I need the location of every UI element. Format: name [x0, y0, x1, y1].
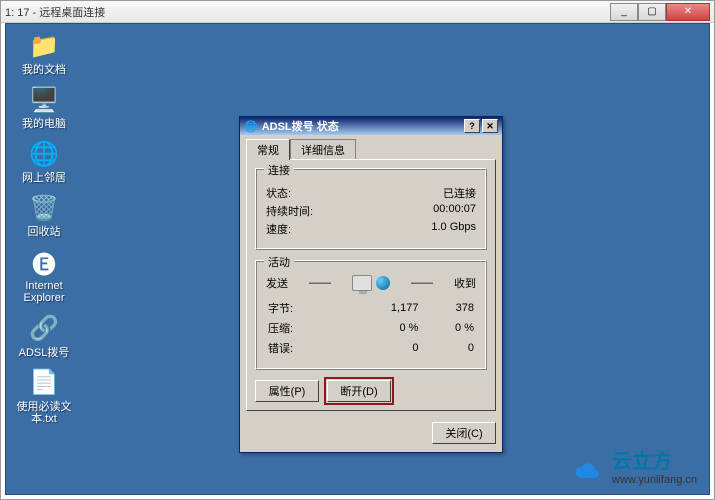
- errors-label: 错误:: [268, 339, 339, 357]
- received-label: 收到: [454, 275, 476, 291]
- icon-label: Internet Explorer: [12, 280, 76, 304]
- desktop-icon-internet-explorer[interactable]: 🅔 Internet Explorer: [12, 246, 76, 304]
- dialog-titlebar[interactable]: 🌐 ADSL拨号 状态 ? ✕: [240, 117, 502, 135]
- network-small-icon: 🌐: [244, 120, 258, 133]
- errors-row: 错误: 0 0: [268, 339, 474, 357]
- bytes-sent: 1,177: [341, 299, 419, 317]
- cloud-logo-icon: [570, 452, 606, 480]
- icon-label: 我的文档: [22, 64, 66, 76]
- recycle-icon: 🗑️: [28, 192, 60, 224]
- watermark-brand: 云立方: [612, 451, 672, 473]
- globe-icon: [376, 276, 390, 290]
- compression-recv: 0 %: [420, 319, 474, 337]
- desktop-icon-my-documents[interactable]: 📁 我的文档: [12, 30, 76, 76]
- activity-header: 发送 —— —— 收到: [266, 275, 476, 291]
- computer-icon: 🖥️: [28, 84, 60, 116]
- dialog-close-button[interactable]: ✕: [482, 119, 498, 133]
- bytes-row: 字节: 1,177 378: [268, 299, 474, 317]
- minimize-button[interactable]: _: [610, 3, 638, 21]
- desktop-icon-my-computer[interactable]: 🖥️ 我的电脑: [12, 84, 76, 130]
- speed-row: 速度: 1.0 Gbps: [266, 221, 476, 237]
- dialog-tabs: 常规 详细信息: [240, 135, 502, 160]
- properties-button[interactable]: 属性(P): [255, 380, 319, 402]
- close-dialog-button[interactable]: 关闭(C): [432, 422, 496, 444]
- dialog-footer: 关闭(C): [240, 418, 502, 452]
- watermark: 云立方 www.yunlifang.cn: [570, 445, 697, 486]
- adsl-status-dialog: 🌐 ADSL拨号 状态 ? ✕ 常规 详细信息 连接 状态: 已连接: [239, 116, 503, 453]
- rdp-titlebar: 1: 17 - 远程桌面连接 _ ▢ ✕: [1, 1, 714, 23]
- activity-dash-right: ——: [411, 277, 433, 289]
- sent-label: 发送: [266, 275, 288, 291]
- activity-table: 字节: 1,177 378 压缩: 0 % 0 % 错误: 0 0: [266, 297, 476, 359]
- close-button[interactable]: ✕: [666, 3, 710, 21]
- duration-label: 持续时间:: [266, 203, 313, 219]
- network-icon: 🌐: [28, 138, 60, 170]
- icon-label: ADSL拨号: [19, 347, 70, 359]
- errors-sent: 0: [341, 339, 419, 357]
- duration-row: 持续时间: 00:00:07: [266, 203, 476, 219]
- rdp-window: 1: 17 - 远程桌面连接 _ ▢ ✕ 📁 我的文档 🖥️ 我的电脑 🌐 网上…: [0, 0, 715, 500]
- dial-icon: 🔗: [28, 313, 60, 345]
- network-activity-icon: [352, 275, 390, 291]
- connection-group: 连接 状态: 已连接 持续时间: 00:00:07 速度: 1.0 Gbps: [255, 168, 487, 250]
- icon-label: 我的电脑: [22, 118, 66, 130]
- icon-label: 回收站: [28, 226, 61, 238]
- activity-dash-left: ——: [309, 277, 331, 289]
- tab-panel-general: 连接 状态: 已连接 持续时间: 00:00:07 速度: 1.0 Gbps: [246, 159, 496, 411]
- desktop-icon-recycle-bin[interactable]: 🗑️ 回收站: [12, 192, 76, 238]
- tab-general[interactable]: 常规: [246, 139, 290, 160]
- icon-label: 网上邻居: [22, 172, 66, 184]
- status-value: 已连接: [443, 185, 476, 201]
- window-controls: _ ▢ ✕: [610, 3, 710, 21]
- dialog-title-text: ADSL拨号 状态: [262, 118, 464, 134]
- connection-group-title: 连接: [264, 162, 294, 178]
- watermark-url: www.yunlifang.cn: [612, 474, 697, 486]
- compression-sent: 0 %: [341, 319, 419, 337]
- status-row: 状态: 已连接: [266, 185, 476, 201]
- duration-value: 00:00:07: [433, 203, 476, 219]
- folder-icon: 📁: [28, 30, 60, 62]
- dialog-title-buttons: ? ✕: [464, 119, 498, 133]
- dialog-button-row: 属性(P) 断开(D): [255, 380, 487, 402]
- activity-group-title: 活动: [264, 254, 294, 270]
- tab-details[interactable]: 详细信息: [290, 139, 356, 160]
- speed-value: 1.0 Gbps: [431, 221, 476, 237]
- compression-label: 压缩:: [268, 319, 339, 337]
- status-label: 状态:: [266, 185, 291, 201]
- errors-recv: 0: [420, 339, 474, 357]
- desktop-icon-adsl-dial[interactable]: 🔗 ADSL拨号: [12, 313, 76, 359]
- dialog-help-button[interactable]: ?: [464, 119, 480, 133]
- remote-desktop[interactable]: 📁 我的文档 🖥️ 我的电脑 🌐 网上邻居 🗑️ 回收站 🅔 Internet …: [5, 23, 710, 495]
- bytes-recv: 378: [420, 299, 474, 317]
- bytes-label: 字节:: [268, 299, 339, 317]
- compression-row: 压缩: 0 % 0 %: [268, 319, 474, 337]
- activity-group: 活动 发送 —— —— 收到 字节: 1,1: [255, 260, 487, 370]
- rdp-title-text: 1: 17 - 远程桌面连接: [5, 4, 610, 20]
- text-file-icon: 📄: [28, 367, 60, 399]
- computer-send-icon: [352, 275, 372, 291]
- icon-label: 使用必读文本.txt: [12, 401, 76, 425]
- ie-icon: 🅔: [28, 246, 60, 278]
- desktop-icon-network-places[interactable]: 🌐 网上邻居: [12, 138, 76, 184]
- desktop-icons-column: 📁 我的文档 🖥️ 我的电脑 🌐 网上邻居 🗑️ 回收站 🅔 Internet …: [12, 30, 76, 425]
- maximize-button[interactable]: ▢: [638, 3, 666, 21]
- disconnect-button[interactable]: 断开(D): [327, 380, 391, 402]
- speed-label: 速度:: [266, 221, 291, 237]
- desktop-icon-readme-txt[interactable]: 📄 使用必读文本.txt: [12, 367, 76, 425]
